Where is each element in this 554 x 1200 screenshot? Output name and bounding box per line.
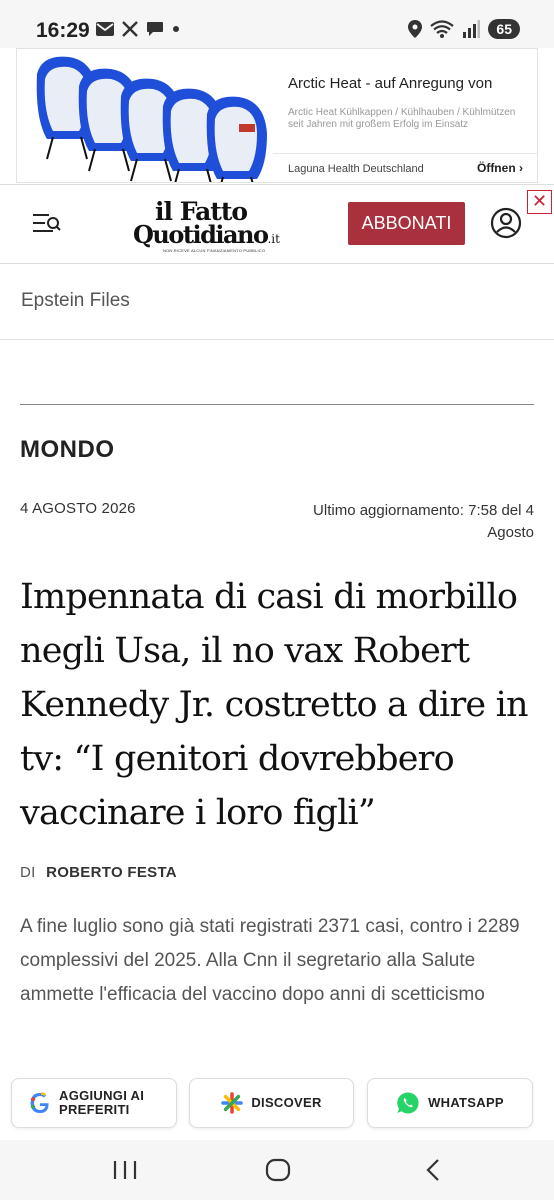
topic-bar: Epstein Files	[0, 263, 554, 340]
ad-advertiser: Laguna Health Deutschland	[288, 163, 424, 175]
advertisement[interactable]: Arctic Heat - auf Anregung von Arctic He…	[16, 48, 538, 183]
discover-icon	[221, 1092, 244, 1114]
location-icon	[408, 20, 423, 38]
battery-icon: 65	[488, 19, 520, 39]
byline-prefix: DI	[20, 864, 36, 881]
ad-image[interactable]	[17, 49, 273, 182]
mail-icon	[96, 22, 114, 36]
add-favorites-button[interactable]: AGGIUNGI AI PREFERITI	[11, 1078, 177, 1128]
status-time: 16:29	[36, 19, 90, 42]
author-link[interactable]: ROBERTO FESTA	[46, 864, 177, 881]
signal-icon	[463, 20, 481, 38]
byline: DI ROBERTO FESTA	[20, 864, 177, 881]
chevron-right-icon: ›	[519, 161, 523, 175]
whatsapp-label: WHATSAPP	[428, 1095, 504, 1110]
add-favorites-label: AGGIUNGI AI PREFERITI	[59, 1088, 145, 1117]
recent-apps-icon[interactable]	[110, 1156, 140, 1184]
action-bar: AGGIUNGI AI PREFERITI DISCOVER WHATSAPP	[0, 1068, 554, 1140]
back-icon[interactable]	[418, 1156, 448, 1184]
system-nav-bar	[0, 1140, 554, 1200]
chat-icon	[147, 22, 163, 36]
account-button[interactable]	[490, 207, 522, 239]
home-icon[interactable]	[263, 1156, 293, 1184]
logo-tagline: NON RICEVE ALCUN FINANZIAMENTO PUBBLICO	[163, 248, 266, 253]
ad-open-label: Öffnen	[476, 161, 516, 175]
dot-icon	[173, 26, 179, 32]
ad-footer[interactable]: Laguna Health Deutschland Öffnen ›	[273, 153, 537, 182]
section-label[interactable]: MONDO	[20, 436, 115, 464]
article-date: 4 AGOSTO 2026	[20, 500, 136, 517]
ad-title[interactable]: Arctic Heat - auf Anregung von	[288, 75, 492, 92]
article-lead: A fine luglio sono già stati registrati …	[20, 916, 520, 1005]
site-logo[interactable]: il Fatto Quotidiano.it NON RICEVE ALCUN …	[133, 197, 293, 255]
wifi-icon	[430, 20, 455, 38]
google-icon	[30, 1092, 49, 1113]
ad-open-link[interactable]: Öffnen ›	[477, 161, 523, 175]
subscribe-button[interactable]: ABBONATI	[348, 202, 465, 245]
last-updated: Ultimo aggiornamento: 7:58 del 4 Agosto	[313, 502, 534, 541]
logo-suffix: .it	[267, 232, 280, 246]
x-icon	[122, 21, 138, 37]
menu-search-icon	[33, 214, 61, 232]
topic-link[interactable]: Epstein Files	[21, 290, 130, 312]
user-icon	[490, 207, 522, 239]
whatsapp-button[interactable]: WHATSAPP	[367, 1078, 533, 1128]
status-bar: 16:29 65	[0, 0, 554, 48]
logo-line2: Quotidiano.it	[133, 220, 280, 249]
discover-label: DISCOVER	[251, 1095, 322, 1110]
discover-button[interactable]: DISCOVER	[189, 1078, 354, 1128]
ad-close-button[interactable]: ✕	[527, 190, 552, 214]
ad-description: Arctic Heat Kühlkappen / Kühlhauben / Kü…	[288, 107, 516, 130]
whatsapp-icon	[397, 1092, 419, 1114]
logo-line2-text: Quotidiano	[133, 220, 269, 249]
menu-search-button[interactable]	[31, 210, 63, 236]
divider	[20, 404, 534, 405]
site-header: il Fatto Quotidiano.it NON RICEVE ALCUN …	[0, 184, 554, 264]
article-headline: Impennata di casi di morbillo negli Usa,…	[20, 577, 529, 833]
